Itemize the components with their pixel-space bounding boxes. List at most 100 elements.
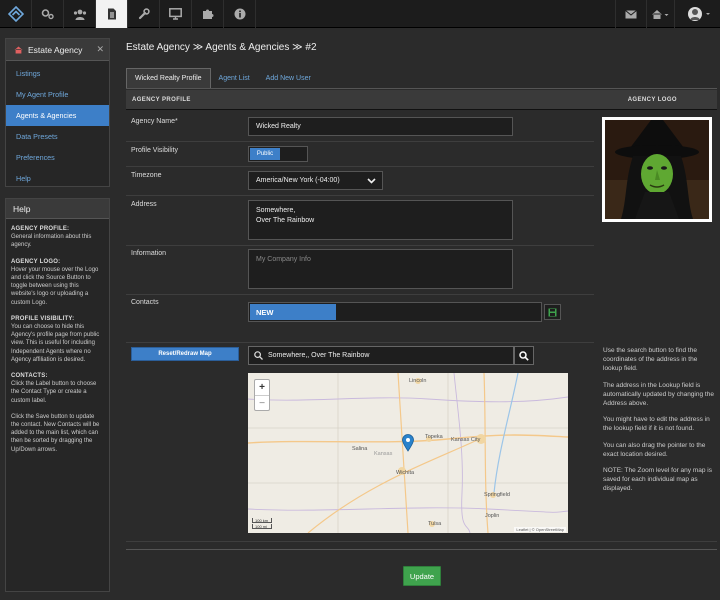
map-label: Topeka — [425, 434, 443, 440]
timezone-label: Timezone — [131, 172, 162, 179]
map-label: Salina — [352, 446, 368, 452]
home-icon — [14, 46, 23, 53]
help-text: Hover your mouse over the Logo and click… — [11, 266, 99, 306]
section-header-agency-profile: AGENCY PROFILE — [132, 97, 191, 103]
contact-label-button[interactable]: NEW — [250, 304, 336, 320]
tab-agent-list[interactable]: Agent List — [211, 68, 258, 88]
divider — [126, 141, 594, 142]
help-heading: PROFILE VISIBILITY: — [11, 315, 75, 322]
divider — [126, 166, 594, 167]
monitor-icon[interactable] — [160, 0, 192, 28]
sidebar-item-my-agent-profile[interactable]: My Agent Profile — [6, 84, 109, 105]
map-help-paragraph: The address in the Lookup field is autom… — [603, 381, 714, 408]
zoom-out-button[interactable]: − — [255, 395, 269, 410]
divider — [126, 541, 717, 542]
map-help-paragraph: You might have to edit the address in th… — [603, 416, 710, 433]
chevron-down-icon — [367, 178, 376, 184]
breadcrumb-agents-agencies[interactable]: Agents & Agencies — [205, 42, 289, 53]
map-help-paragraph: You can also drag the pointer to the exa… — [603, 441, 706, 458]
help-title: Help — [6, 199, 109, 219]
sidebar-item-listings[interactable]: Listings — [6, 63, 109, 84]
information-label: Information — [131, 250, 167, 257]
map-label: Tulsa — [428, 521, 442, 527]
timezone-select[interactable]: America/New York (-04:00) — [248, 171, 383, 190]
breadcrumb: Estate Agency ≫ Agents & Agencies ≫ #2 — [126, 42, 317, 53]
address-label: Address — [131, 201, 157, 208]
breadcrumb-separator: ≫ — [292, 42, 303, 53]
information-textarea[interactable]: My Company Info — [248, 249, 513, 289]
tab-wicked-realty-profile[interactable]: Wicked Realty Profile — [126, 68, 211, 88]
home-menu-button[interactable] — [645, 0, 675, 28]
help-heading: AGENCY PROFILE: — [11, 226, 70, 232]
divider — [126, 294, 594, 295]
map-label: Joplin — [485, 513, 500, 519]
profile-tabs: Wicked Realty Profile Agent List Add New… — [126, 68, 319, 88]
mail-icon[interactable] — [615, 0, 647, 28]
sidebar-header[interactable]: Estate Agency ✕ — [6, 39, 109, 61]
sidebar-item-agents-agencies[interactable]: Agents & Agencies — [6, 105, 109, 126]
cogs-icon[interactable] — [32, 0, 64, 28]
profile-visibility-label: Profile Visibility — [131, 147, 178, 154]
help-text: Click the Save button to update the cont… — [11, 413, 100, 453]
visibility-public-option: Public — [250, 148, 280, 160]
sidebar-item-data-presets[interactable]: Data Presets — [6, 126, 109, 147]
brand-logo-icon[interactable] — [0, 0, 32, 28]
document-icon[interactable] — [96, 0, 128, 28]
puzzle-icon[interactable] — [192, 0, 224, 28]
map-marker-icon[interactable] — [402, 434, 414, 452]
map-label: Wichita — [396, 470, 415, 476]
help-text: Click the Label button to choose the Con… — [11, 381, 97, 404]
map-help-paragraph: NOTE: The Zoom level for any map is save… — [603, 467, 712, 493]
map-scale: 100 km 100 mi — [252, 517, 272, 529]
address-textarea[interactable]: Somewhere, Over The Rainbow — [248, 200, 513, 240]
sidebar-item-help[interactable]: Help — [6, 168, 109, 189]
divider — [126, 195, 594, 196]
map-lookup-value: Somewhere,, Over The Rainbow — [268, 352, 370, 359]
contact-input[interactable]: NEW — [248, 302, 542, 322]
map-scale-km: 100 km — [252, 518, 272, 523]
save-icon — [548, 308, 557, 316]
profile-visibility-toggle[interactable]: Public — [248, 146, 308, 162]
agency-logo-image[interactable] — [602, 117, 712, 222]
breadcrumb-separator: ≫ — [192, 42, 204, 53]
breadcrumb-record-id: #2 — [305, 42, 317, 53]
divider — [126, 245, 594, 246]
sidebar-item-preferences[interactable]: Preferences — [6, 147, 109, 168]
users-icon[interactable] — [64, 0, 96, 28]
home-icon — [651, 9, 668, 19]
breadcrumb-estate-agency[interactable]: Estate Agency — [126, 42, 190, 53]
info-icon[interactable] — [224, 0, 256, 28]
reset-map-button[interactable]: Reset/Redraw Map — [131, 347, 239, 361]
map-zoom-control: + − — [254, 379, 270, 411]
divider — [126, 342, 594, 343]
map-search-button[interactable] — [514, 346, 534, 365]
address-line-2: Over The Rainbow — [256, 217, 315, 224]
map-label: Springfield — [484, 492, 510, 498]
contact-save-button[interactable] — [544, 304, 561, 320]
help-panel: Help AGENCY PROFILE: General information … — [5, 198, 110, 592]
agency-name-field[interactable]: Wicked Realty — [248, 117, 513, 136]
map-label: Lincoln — [409, 378, 427, 384]
map-label: Kansas — [374, 451, 393, 457]
map-scale-mi: 100 mi — [252, 524, 272, 529]
help-heading: AGENCY LOGO: — [11, 258, 61, 265]
information-placeholder: My Company Info — [256, 256, 311, 263]
location-map[interactable]: + − Lincoln Topeka Kansas City Salina Ka… — [248, 373, 568, 533]
user-menu-button[interactable] — [680, 0, 720, 28]
update-button[interactable]: Update — [403, 566, 441, 586]
map-lookup-field[interactable]: Somewhere,, Over The Rainbow — [248, 346, 514, 365]
map-attribution[interactable]: Leaflet | © OpenStreetMap — [514, 527, 566, 532]
collapse-icon[interactable]: ✕ — [96, 44, 104, 55]
sidebar-title: Estate Agency — [28, 44, 83, 55]
zoom-in-button[interactable]: + — [255, 380, 269, 395]
search-icon — [519, 350, 529, 361]
wrench-icon[interactable] — [128, 0, 160, 28]
tab-add-new-user[interactable]: Add New User — [258, 68, 319, 88]
divider — [126, 549, 717, 550]
help-text: General information about this agency. — [11, 234, 92, 249]
sidebar: Estate Agency ✕ Listings My Agent Profil… — [5, 38, 110, 187]
map-help-text: Use the search button to find the coordi… — [603, 346, 715, 501]
section-header: AGENCY PROFILE AGENCY LOGO — [126, 90, 717, 110]
map-help-paragraph: Use the search button to find the coordi… — [603, 347, 698, 373]
contacts-label: Contacts — [131, 299, 159, 306]
